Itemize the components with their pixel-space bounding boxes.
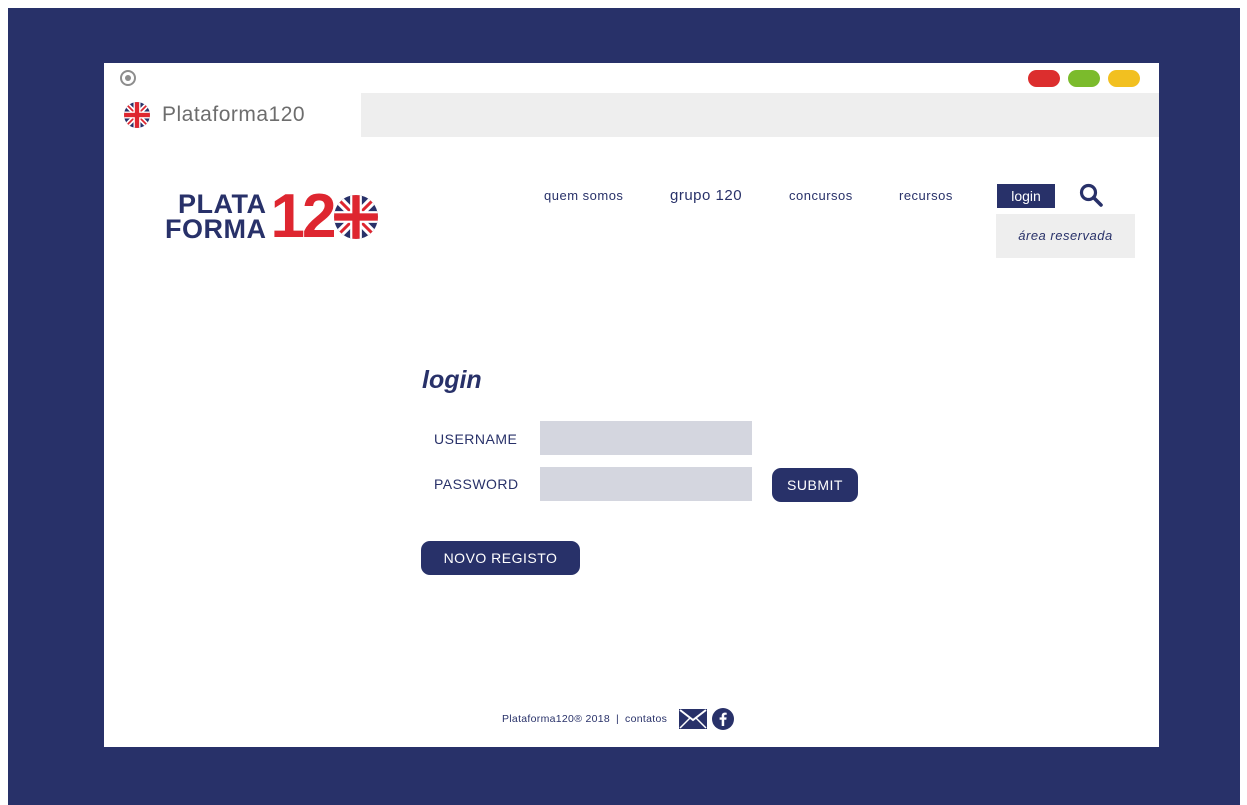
uk-flag-icon (334, 195, 379, 239)
search-icon[interactable] (1078, 182, 1104, 208)
nav-item-recursos[interactable]: recursos (899, 185, 953, 207)
logo-number: 12 (270, 182, 336, 251)
window-minimize-button[interactable] (1108, 70, 1140, 87)
restricted-area-link[interactable]: área reservada (996, 214, 1135, 258)
footer: Plataforma120® 2018 | contatos (502, 705, 735, 733)
username-label: USERNAME (434, 431, 518, 447)
gear-icon[interactable] (120, 70, 136, 86)
footer-contacts-link[interactable]: contatos (625, 713, 667, 725)
footer-copyright: Plataforma120® 2018 (502, 713, 611, 725)
password-label: PASSWORD (434, 476, 519, 492)
browser-window: Plataforma120 PLATA FORMA 12 quem somos … (104, 63, 1159, 747)
logo-line2: FORMA (165, 214, 267, 244)
site-logo[interactable]: PLATA FORMA 12 (165, 182, 379, 251)
nav-item-grupo-120[interactable]: grupo 120 (670, 185, 742, 207)
browser-tab[interactable]: Plataforma120 (104, 93, 361, 137)
submit-button[interactable]: SUBMIT (772, 468, 858, 502)
nav-login-button[interactable]: login (997, 184, 1055, 208)
nav-item-quem-somos[interactable]: quem somos (544, 185, 623, 207)
tab-strip: Plataforma120 (104, 93, 1159, 137)
window-close-button[interactable] (1028, 70, 1060, 87)
footer-separator: | (616, 713, 620, 725)
tab-title: Plataforma120 (162, 103, 306, 126)
facebook-icon[interactable] (712, 708, 735, 730)
logo-words: PLATA FORMA (165, 191, 267, 244)
mail-icon[interactable] (679, 709, 708, 729)
register-button[interactable]: NOVO REGISTO (421, 541, 580, 575)
window-maximize-button[interactable] (1068, 70, 1100, 87)
nav-item-concursos[interactable]: concursos (789, 185, 853, 207)
password-field[interactable] (540, 467, 752, 501)
uk-flag-icon (124, 102, 150, 128)
window-titlebar (104, 63, 1159, 93)
username-field[interactable] (540, 421, 752, 455)
login-heading: login (422, 366, 482, 394)
